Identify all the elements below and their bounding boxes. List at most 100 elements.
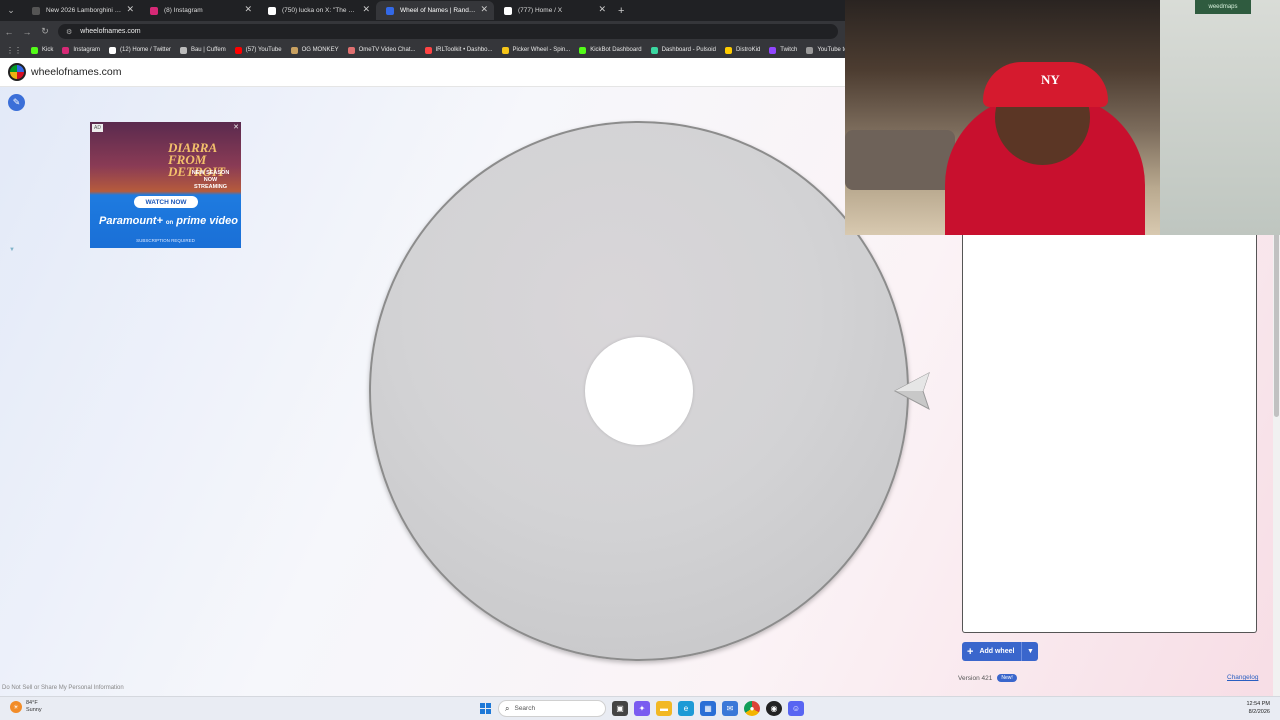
bookmark-label: Instagram [73,47,101,53]
bookmark-label: Dashboard - Pulsoid [661,47,716,53]
bookmark-item[interactable]: DistroKid [724,46,760,54]
bookmark-item[interactable]: OmeTV Video Chat... [347,46,416,54]
ad-brand-on: on [165,220,174,226]
new-badge[interactable]: New! [997,674,1017,682]
obs-icon[interactable]: ◉ [766,701,782,716]
tab-favicon-icon [150,7,158,15]
bookmark-favicon-icon [179,46,187,54]
forward-icon[interactable]: → [18,27,36,37]
entries-textbox[interactable] [962,235,1257,633]
site-info-icon[interactable]: ⚙ [66,28,72,36]
add-wheel-dropdown-icon[interactable]: ▼ [1022,642,1038,661]
bookmark-item[interactable]: KickBot Dashboard [579,46,642,54]
edge-icon[interactable]: e [678,701,694,716]
ad-brand-prime: prime video [176,215,238,227]
bookmark-item[interactable]: Twitch [769,46,798,54]
bookmark-label: OmeTV Video Chat... [358,47,416,53]
tab-label: Wheel of Names | Random nam [400,7,476,14]
wheel-container[interactable] [369,121,930,661]
browser-tab[interactable]: (8) Instagram ✕ [140,1,258,20]
tab-label: (750) lucka on X: "The ONLY th [282,7,358,14]
scrollbar-thumb[interactable] [1274,227,1279,417]
bookmark-favicon-icon [347,46,355,54]
windows-start-icon[interactable] [480,703,491,714]
tab-favicon-icon [386,7,394,15]
sun-icon: ☀ [10,701,22,713]
tab-close-icon[interactable]: ✕ [598,4,606,15]
copilot-icon[interactable]: ✦ [634,701,650,716]
do-not-sell-link[interactable]: Do Not Sell or Share My Personal Informa… [2,685,124,691]
webcam-couch [845,130,955,190]
tab-close-icon[interactable]: ✕ [244,4,252,15]
tab-close-icon[interactable]: ✕ [126,4,134,15]
tab-label: (8) Instagram [164,7,203,14]
apps-grid-icon[interactable]: ⋮⋮ [6,46,22,55]
mail-icon[interactable]: ✉ [722,701,738,716]
bookmark-item[interactable]: Picker Wheel - Spin... [501,46,570,54]
bookmark-item[interactable]: Kick [31,46,54,54]
bookmark-item[interactable]: IRLToolkit • Dashbo... [424,46,493,54]
clock-time: 12:54 PM [1246,701,1270,707]
tab-favicon-icon [504,7,512,15]
ad-brand-paramount: Paramount+ [99,215,163,227]
taskbar-apps: ▣ ✦ ▬ e ▦ ✉ ● ◉ ☺ [612,701,804,716]
tab-favicon-icon [268,7,276,15]
add-wheel-button[interactable]: + Add wheel [962,642,1023,661]
discord-icon[interactable]: ☺ [788,701,804,716]
bookmark-label: OG MONKEY [301,47,339,53]
browser-tab[interactable]: New 2026 Lamborghini Urus SE ✕ [22,1,140,20]
wheel-logo-icon[interactable] [8,63,26,81]
bookmark-label: (12) Home / Twitter [120,47,171,53]
browser-tab[interactable]: (777) Home / X ✕ [494,1,612,20]
taskbar-search[interactable]: ⌕ Search [498,700,606,717]
tab-favicon-icon [32,7,40,15]
url-input[interactable]: ⚙ wheelofnames.com [58,24,838,39]
tab-search-icon[interactable]: ⌄ [4,4,18,18]
task-view-icon[interactable]: ▣ [612,701,628,716]
bookmark-label: Twitch [780,47,798,53]
file-explorer-icon[interactable]: ▬ [656,701,672,716]
wheel-center-hub[interactable] [585,337,693,445]
weather-widget[interactable]: ☀ 84°F Sunny [10,700,42,714]
store-icon[interactable]: ▦ [700,701,716,716]
webcam-sign: weedmaps [1195,0,1251,14]
system-clock[interactable]: 12:54 PM 8/2/2026 [1246,700,1270,716]
edit-pencil-icon[interactable]: ✎ [8,94,25,111]
tab-close-icon[interactable]: ✕ [480,4,488,15]
bookmark-item[interactable]: OG MONKEY [290,46,339,54]
site-title[interactable]: wheelofnames.com [31,66,121,78]
bookmark-label: KickBot Dashboard [590,47,642,53]
page-content: wheelofnames.com ✎ AD ✕ DIARRA FROM DETR… [0,0,1280,696]
add-wheel-label: Add wheel [979,648,1015,655]
changelog-link[interactable]: Changelog [1227,674,1258,681]
back-icon[interactable]: ← [0,27,18,37]
ad-close-icon[interactable]: ✕ [233,123,239,131]
bookmark-item[interactable]: Bau | Cuffem [179,46,226,54]
browser-tab[interactable]: (750) lucka on X: "The ONLY th ✕ [258,1,376,20]
bookmark-favicon-icon [109,46,117,54]
chrome-icon[interactable]: ● [744,701,760,716]
new-tab-button[interactable]: + [618,5,624,17]
bookmark-item[interactable]: Instagram [62,46,101,54]
version-text: Version 421 [958,674,993,682]
url-text: wheelofnames.com [80,28,141,35]
bookmark-label: Kick [42,47,54,53]
browser-tab[interactable]: Wheel of Names | Random nam ✕ [376,1,494,20]
bookmark-favicon-icon [650,46,658,54]
bookmark-item[interactable]: (57) YouTube [234,46,282,54]
bookmark-favicon-icon [579,46,587,54]
ad-watch-now-button[interactable]: WATCH NOW [134,196,198,208]
advertisement[interactable]: AD ✕ DIARRA FROM DETROIT NEW SEASON NOW … [90,122,241,248]
search-icon: ⌕ [505,703,510,713]
ad-brands: Paramount+ on prime video [96,215,241,227]
bookmark-item[interactable]: (12) Home / Twitter [109,46,171,54]
reload-icon[interactable]: ↻ [36,26,54,37]
bookmark-favicon-icon [806,46,814,54]
ad-label: AD [92,124,103,132]
bookmark-item[interactable]: Dashboard - Pulsoid [650,46,716,54]
webcam-overlay: NY weedmaps [845,0,1280,235]
webcam-window-light [1160,0,1280,235]
tab-close-icon[interactable]: ✕ [362,4,370,15]
taskbar: ☀ 84°F Sunny ⌕ Search ▣ ✦ ▬ e ▦ ✉ ● ◉ ☺ … [0,696,1280,720]
wheel-pointer-icon [893,371,930,411]
